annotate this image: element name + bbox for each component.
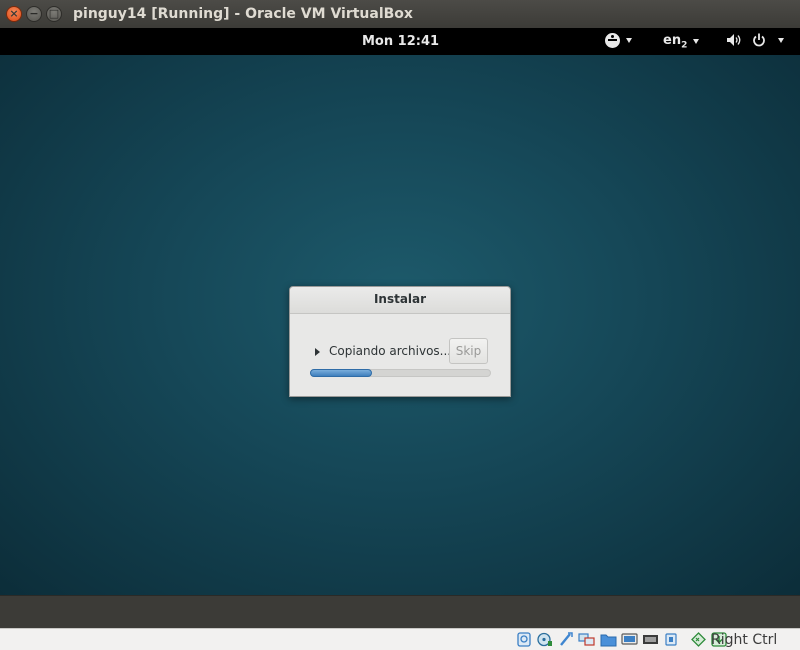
accessibility-icon [605,33,620,48]
accessibility-menu[interactable] [605,33,632,48]
minimize-icon: − [29,7,39,20]
minimize-button[interactable]: − [26,6,42,22]
network-icon[interactable] [578,631,596,647]
status-bar: Right Ctrl [0,628,800,650]
title-bar: × − □ pinguy14 [Running] - Oracle VM Vir… [0,0,800,28]
language-variant: 2 [681,40,688,51]
status-icons [515,631,728,647]
chevron-down-icon [693,39,700,45]
chevron-down-icon [626,38,632,43]
close-button[interactable]: × [6,6,22,22]
virtualbox-window: × − □ pinguy14 [Running] - Oracle VM Vir… [0,0,800,650]
power-icon [753,33,765,47]
progress-fill [310,369,372,377]
maximize-icon: □ [48,7,60,20]
maximize-button[interactable]: □ [46,6,62,22]
host-background [0,595,800,628]
dialog-body: Copiando archivos... Skip [290,314,510,398]
usb-icon[interactable] [557,631,575,647]
dialog-title: Instalar [290,287,510,314]
shared-folders-icon[interactable] [599,631,617,647]
status-label: Copiando archivos... [329,344,452,358]
language-menu[interactable]: en2 [663,33,700,51]
hard-disk-icon[interactable] [515,631,533,647]
mouse-integration-icon[interactable] [689,631,707,647]
close-icon: × [9,7,19,20]
host-key-label: Right Ctrl [711,632,778,648]
volume-icon [727,34,741,46]
guest-top-panel: Mon 12:41 en2 [0,28,800,55]
system-menu[interactable] [726,33,784,47]
panel-clock[interactable]: Mon 12:41 [362,34,439,49]
video-capture-icon[interactable] [641,631,659,647]
cpu-icon[interactable] [662,631,680,647]
optical-drive-icon[interactable] [536,631,554,647]
skip-button[interactable]: Skip [449,338,488,364]
chevron-down-icon [778,37,784,43]
window-title: pinguy14 [Running] - Oracle VM VirtualBo… [73,6,413,22]
window-controls: × − □ [6,6,62,22]
install-dialog: Instalar Copiando archivos... Skip [289,286,511,397]
display-icon[interactable] [620,631,638,647]
expander-arrow-icon[interactable] [315,348,320,356]
language-label: en [663,33,682,48]
